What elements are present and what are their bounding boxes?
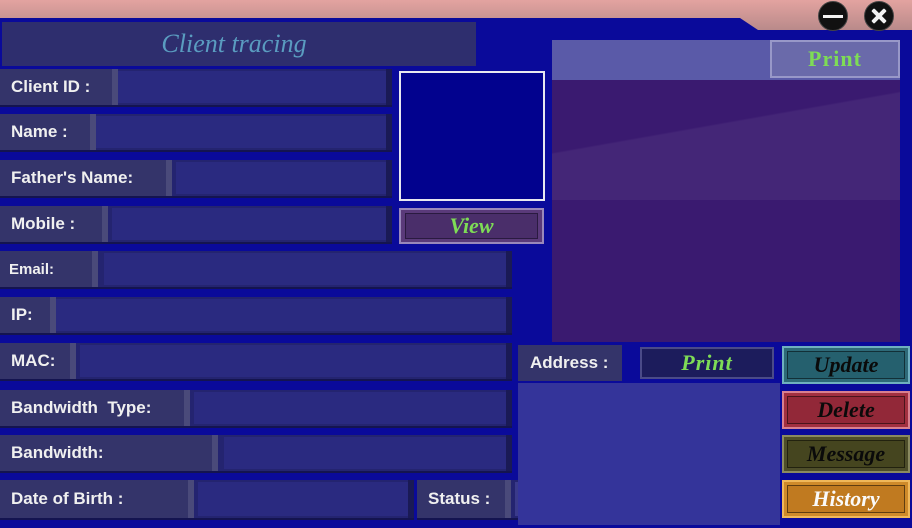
date-of-birth-edge (408, 480, 414, 518)
history-button-label: History (787, 485, 905, 513)
email-label: Email: (0, 251, 98, 287)
ip-label: IP: (0, 297, 56, 333)
client-id-input[interactable] (118, 71, 386, 103)
preview-panel (552, 40, 900, 342)
mac-label: MAC: (0, 343, 76, 379)
bandwidth-input[interactable] (224, 437, 506, 469)
date-of-birth-label: Date of Birth : (0, 480, 194, 518)
mac-input[interactable] (80, 345, 506, 377)
history-button[interactable]: History (782, 480, 910, 518)
email-input[interactable] (104, 253, 506, 285)
message-button-label: Message (787, 440, 905, 468)
mobile-row: Mobile : (0, 206, 392, 244)
fathers-name-row: Father's Name: (0, 160, 392, 198)
mobile-label: Mobile : (0, 206, 108, 242)
message-button[interactable]: Message (782, 435, 910, 473)
preview-panel-sheen (552, 80, 900, 200)
client-photo (399, 71, 545, 201)
bandwidth-label: Bandwidth: (0, 435, 218, 471)
date-of-birth-row: Date of Birth : (0, 480, 414, 520)
name-input[interactable] (96, 116, 386, 148)
mac-edge (506, 343, 512, 379)
update-button[interactable]: Update (782, 346, 910, 384)
bandwidth-type-row: Bandwidth Type: (0, 390, 512, 428)
fathers-name-label: Father's Name: (0, 160, 172, 196)
bandwidth-type-input[interactable] (194, 392, 506, 424)
fathers-name-edge (386, 160, 392, 196)
view-button-label: View (405, 213, 538, 239)
view-button[interactable]: View (399, 208, 544, 244)
preview-print-button[interactable]: Print (770, 40, 900, 78)
client-id-edge (386, 69, 392, 105)
email-edge (506, 251, 512, 287)
delete-button[interactable]: Delete (782, 391, 910, 429)
mac-row: MAC: (0, 343, 512, 381)
ip-input[interactable] (56, 299, 506, 331)
bandwidth-type-label: Bandwidth Type: (0, 390, 190, 426)
bandwidth-edge (506, 435, 512, 471)
mobile-input[interactable] (112, 208, 386, 240)
email-row: Email: (0, 251, 512, 289)
delete-button-label: Delete (787, 396, 905, 424)
bandwidth-row: Bandwidth: (0, 435, 512, 473)
ip-row: IP: (0, 297, 512, 335)
status-label: Status : (417, 480, 511, 518)
ip-edge (506, 297, 512, 333)
close-icon[interactable] (864, 1, 894, 31)
address-print-button[interactable]: Print (640, 347, 774, 379)
name-edge (386, 114, 392, 150)
mobile-edge (386, 206, 392, 242)
header-bar: Client tracing (2, 22, 476, 66)
page-title: Client tracing (161, 29, 307, 58)
client-id-row: Client ID : (0, 69, 392, 107)
name-label: Name : (0, 114, 96, 150)
address-input[interactable] (518, 383, 780, 525)
bandwidth-type-edge (506, 390, 512, 426)
minimize-icon[interactable] (818, 1, 848, 31)
update-button-label: Update (787, 351, 905, 379)
fathers-name-input[interactable] (176, 162, 386, 194)
client-id-label: Client ID : (0, 69, 118, 105)
name-row: Name : (0, 114, 392, 152)
date-of-birth-input[interactable] (198, 482, 408, 516)
address-label: Address : (518, 345, 622, 381)
